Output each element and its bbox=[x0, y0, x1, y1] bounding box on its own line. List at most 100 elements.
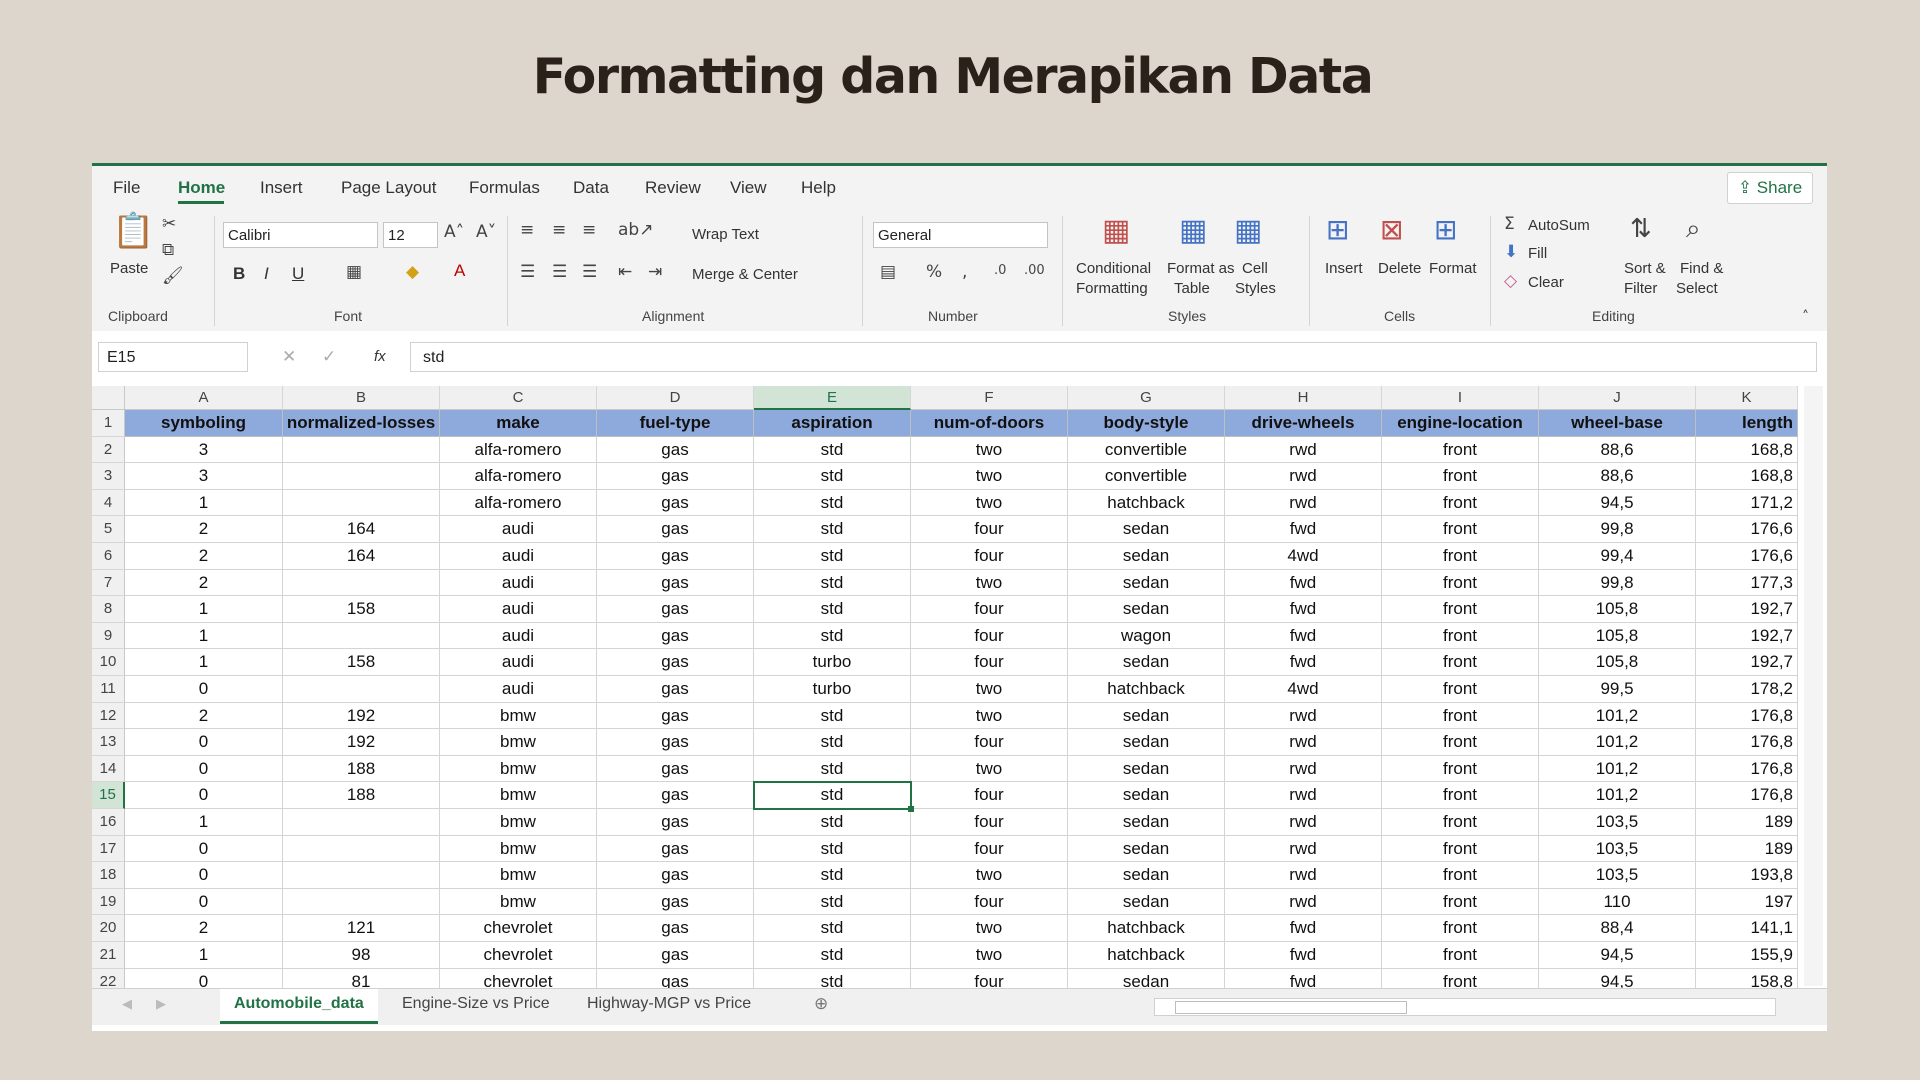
table-cell[interactable]: alfa-romero bbox=[440, 463, 597, 490]
table-cell[interactable]: gas bbox=[597, 835, 754, 863]
table-cell[interactable]: rwd bbox=[1225, 782, 1382, 809]
cancel-icon[interactable]: ✕ bbox=[282, 349, 296, 366]
font-size-select[interactable]: 12 bbox=[383, 222, 438, 248]
table-cell[interactable]: 2 bbox=[125, 516, 283, 543]
table-cell[interactable]: two bbox=[911, 489, 1068, 517]
autosum-icon[interactable]: Σ bbox=[1504, 216, 1515, 233]
table-cell[interactable]: rwd bbox=[1225, 729, 1382, 756]
table-cell[interactable]: four bbox=[911, 516, 1068, 543]
table-cell[interactable]: four bbox=[911, 729, 1068, 756]
table-cell[interactable]: gas bbox=[597, 729, 754, 756]
table-cell[interactable]: std bbox=[754, 596, 911, 623]
align-left-icon[interactable]: ☰ bbox=[520, 264, 535, 281]
table-cell[interactable]: gas bbox=[597, 782, 754, 809]
table-cell[interactable]: 192,7 bbox=[1696, 622, 1798, 650]
row-header[interactable]: 21 bbox=[92, 942, 125, 969]
table-cell[interactable]: gas bbox=[597, 596, 754, 623]
table-cell[interactable]: 189 bbox=[1696, 809, 1798, 836]
table-cell[interactable]: front bbox=[1382, 809, 1539, 836]
copy-icon[interactable]: ⧉ bbox=[162, 242, 174, 259]
table-cell[interactable]: gas bbox=[597, 888, 754, 916]
table-cell[interactable]: 168,8 bbox=[1696, 463, 1798, 490]
row-header[interactable]: 14 bbox=[92, 755, 125, 783]
table-cell[interactable]: rwd bbox=[1225, 809, 1382, 836]
column-header-c[interactable]: C bbox=[440, 386, 597, 410]
table-cell[interactable]: 164 bbox=[283, 516, 440, 543]
bold-button[interactable]: B bbox=[233, 264, 245, 284]
row-header[interactable]: 19 bbox=[92, 888, 125, 916]
cell-styles-label[interactable]: Cell bbox=[1242, 260, 1268, 277]
table-cell[interactable]: 98 bbox=[283, 942, 440, 969]
column-title-cell[interactable]: drive-wheels bbox=[1225, 410, 1382, 437]
table-cell[interactable]: 176,8 bbox=[1696, 729, 1798, 756]
table-cell[interactable]: 177,3 bbox=[1696, 569, 1798, 597]
decrease-font-icon[interactable]: A˅ bbox=[476, 224, 496, 241]
share-button[interactable]: ⇪ Share bbox=[1727, 172, 1813, 204]
table-cell[interactable]: 176,8 bbox=[1696, 782, 1798, 809]
table-cell[interactable]: std bbox=[754, 436, 911, 464]
table-cell[interactable]: front bbox=[1382, 755, 1539, 783]
format-cells-button[interactable]: Format bbox=[1429, 260, 1477, 277]
row-header[interactable]: 5 bbox=[92, 516, 125, 543]
table-cell[interactable]: 99,4 bbox=[1539, 543, 1696, 570]
conditional-formatting-icon[interactable]: ▦ bbox=[1102, 216, 1130, 246]
table-cell[interactable]: turbo bbox=[754, 676, 911, 703]
autosum-button[interactable]: AutoSum bbox=[1528, 217, 1590, 234]
tab-help[interactable]: Help bbox=[801, 178, 836, 198]
table-cell[interactable]: rwd bbox=[1225, 862, 1382, 889]
table-cell[interactable]: front bbox=[1382, 702, 1539, 730]
next-sheet-icon[interactable]: ▶ bbox=[156, 998, 166, 1011]
table-cell[interactable]: front bbox=[1382, 942, 1539, 969]
table-cell[interactable]: front bbox=[1382, 622, 1539, 650]
column-header-a[interactable]: A bbox=[125, 386, 283, 410]
table-cell[interactable]: bmw bbox=[440, 782, 597, 809]
table-cell[interactable]: sedan bbox=[1068, 782, 1225, 809]
table-cell[interactable]: two bbox=[911, 676, 1068, 703]
table-cell[interactable]: gas bbox=[597, 463, 754, 490]
column-title-cell[interactable]: wheel-base bbox=[1539, 410, 1696, 437]
table-cell[interactable]: audi bbox=[440, 676, 597, 703]
table-cell[interactable]: sedan bbox=[1068, 809, 1225, 836]
table-cell[interactable] bbox=[283, 463, 440, 490]
table-cell[interactable]: 1 bbox=[125, 809, 283, 836]
table-cell[interactable]: two bbox=[911, 755, 1068, 783]
table-cell[interactable]: 176,6 bbox=[1696, 516, 1798, 543]
format-cells-icon[interactable]: ⊞ bbox=[1434, 216, 1457, 244]
table-cell[interactable] bbox=[283, 809, 440, 836]
row-header[interactable]: 9 bbox=[92, 622, 125, 650]
column-title-cell[interactable]: symboling bbox=[125, 410, 283, 437]
row-header[interactable]: 18 bbox=[92, 862, 125, 889]
table-cell[interactable]: front bbox=[1382, 649, 1539, 676]
column-header-g[interactable]: G bbox=[1068, 386, 1225, 410]
table-cell[interactable]: bmw bbox=[440, 809, 597, 836]
table-cell[interactable]: std bbox=[754, 516, 911, 543]
table-cell[interactable]: gas bbox=[597, 676, 754, 703]
table-cell[interactable]: four bbox=[911, 543, 1068, 570]
table-cell[interactable]: convertible bbox=[1068, 436, 1225, 464]
table-cell[interactable]: 178,2 bbox=[1696, 676, 1798, 703]
collapse-ribbon-icon[interactable]: ˄ bbox=[1802, 310, 1809, 324]
table-cell[interactable]: 155,9 bbox=[1696, 942, 1798, 969]
table-cell[interactable]: sedan bbox=[1068, 755, 1225, 783]
table-cell[interactable]: sedan bbox=[1068, 702, 1225, 730]
table-cell[interactable]: 0 bbox=[125, 676, 283, 703]
table-cell[interactable]: 1 bbox=[125, 649, 283, 676]
table-cell[interactable]: 101,2 bbox=[1539, 729, 1696, 756]
table-cell[interactable]: gas bbox=[597, 942, 754, 969]
table-cell[interactable]: std bbox=[754, 755, 911, 783]
table-cell[interactable]: front bbox=[1382, 676, 1539, 703]
sort-filter-icon[interactable]: ⇅ bbox=[1630, 216, 1652, 242]
font-color-icon[interactable]: A bbox=[454, 262, 465, 279]
table-cell[interactable] bbox=[283, 862, 440, 889]
format-as-table-label-2[interactable]: Table bbox=[1174, 280, 1210, 297]
column-header-d[interactable]: D bbox=[597, 386, 754, 410]
column-title-cell[interactable]: num-of-doors bbox=[911, 410, 1068, 437]
table-cell[interactable]: 99,8 bbox=[1539, 569, 1696, 597]
table-cell[interactable]: 0 bbox=[125, 862, 283, 889]
table-cell[interactable]: 1 bbox=[125, 942, 283, 969]
table-cell[interactable]: std bbox=[754, 729, 911, 756]
table-cell[interactable]: chevrolet bbox=[440, 942, 597, 969]
column-title-cell[interactable]: length bbox=[1696, 410, 1798, 437]
row-header[interactable]: 8 bbox=[92, 596, 125, 623]
align-middle-icon[interactable]: ≡ bbox=[552, 222, 566, 239]
